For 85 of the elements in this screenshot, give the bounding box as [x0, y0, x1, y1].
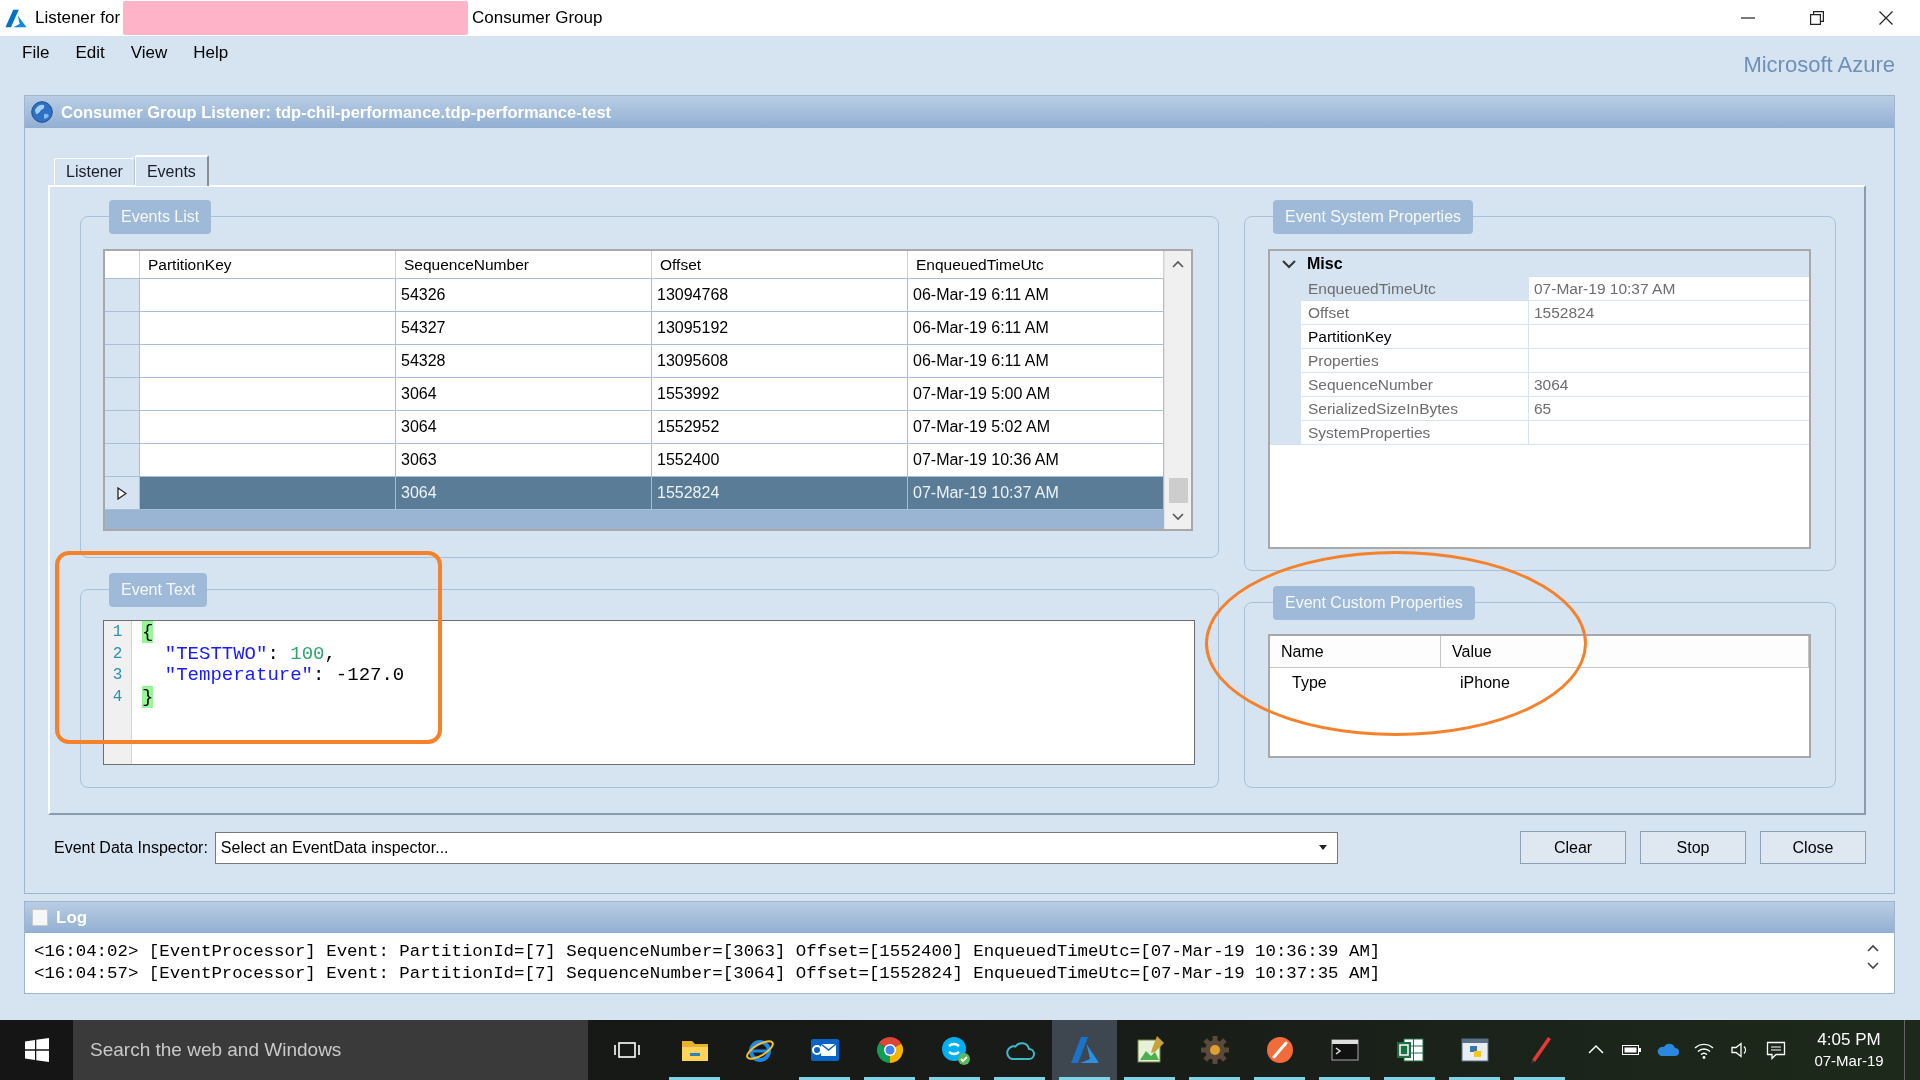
line-number: 1 — [111, 622, 124, 643]
table-row[interactable]: 54327 13095192 06-Mar-19 6:11 AM — [105, 312, 1164, 345]
search-field[interactable]: Search the web and Windows — [73, 1020, 588, 1080]
windows-logo-icon — [24, 1038, 49, 1062]
clear-button[interactable]: Clear — [1520, 831, 1626, 864]
field-label: Event Data Inspector: — [54, 838, 208, 857]
code-line: "Temperature": -127.0 — [164, 665, 405, 687]
line-number: 2 — [111, 643, 124, 665]
menu-item[interactable]: File — [9, 43, 63, 63]
property-row[interactable]: PartitionKey — [1270, 325, 1809, 349]
triangle-logo-icon — [1068, 1034, 1101, 1066]
window-title: Consumer Group — [472, 8, 603, 28]
table-row[interactable]: 54328 13095608 06-Mar-19 6:11 AM — [105, 345, 1164, 378]
property-name: PartitionKey — [1301, 325, 1529, 349]
group-title: Event Text — [109, 573, 208, 607]
property-name: Offset — [1301, 301, 1529, 325]
line-number: 3 — [111, 665, 124, 686]
menu-item[interactable]: View — [117, 43, 181, 63]
document-icon — [32, 909, 48, 926]
table-cell-text: iPhone — [1459, 673, 1511, 693]
table-row[interactable]: 3064 1553992 07-Mar-19 5:00 AM — [105, 378, 1164, 411]
property-row[interactable]: SequenceNumber 3064 — [1270, 373, 1809, 397]
property-name: Properties — [1301, 349, 1529, 373]
table-row[interactable]: 3063 1552400 07-Mar-19 10:36 AM — [105, 444, 1164, 477]
property-value: 1552824 — [1529, 301, 1809, 325]
column-header[interactable]: Value — [1441, 636, 1809, 668]
clock-time[interactable]: 4:05 PM — [1817, 1029, 1881, 1051]
panel-title: Consumer Group Listener: tdp-chil-performance.tdp-performance-test — [61, 102, 612, 122]
category-label: Misc — [1307, 255, 1343, 273]
code-line: "TESTTWO": 100, — [164, 643, 336, 665]
property-row[interactable]: Offset 1552824 — [1270, 301, 1809, 325]
scroll-down-icon[interactable] — [1867, 962, 1879, 970]
property-row[interactable]: Properties — [1270, 349, 1809, 373]
table-cell-text: Type — [1291, 673, 1328, 693]
restore-icon — [1809, 11, 1824, 25]
table-row[interactable]: 54326 13094768 06-Mar-19 6:11 AM — [105, 279, 1164, 312]
line-number: 4 — [111, 686, 124, 708]
property-name: SystemProperties — [1301, 421, 1529, 445]
log-title: Log — [56, 907, 88, 928]
gear-icon — [1198, 1034, 1231, 1066]
menu-item[interactable]: Help — [180, 43, 242, 63]
matched-brace: { — [142, 621, 154, 643]
close-button[interactable]: Close — [1760, 831, 1866, 864]
caret-down-icon — [1318, 845, 1327, 850]
row-header[interactable] — [105, 477, 140, 510]
stop-button[interactable]: Stop — [1640, 831, 1746, 864]
scroll-thumb[interactable] — [1168, 478, 1188, 503]
window-title: Listener for — [35, 8, 121, 28]
table-cell: 3064 — [396, 477, 652, 510]
clock-date[interactable]: 07-Mar-19 — [1814, 1051, 1884, 1071]
matched-brace: } — [142, 685, 154, 708]
row-pointer-icon — [117, 486, 127, 500]
tab[interactable]: Events — [134, 155, 209, 186]
property-value: 65 — [1529, 397, 1809, 421]
inspector-dropdown[interactable]: Select an EventData inspector... — [214, 831, 1338, 864]
table-row[interactable]: 3064 1552952 07-Mar-19 5:02 AM — [105, 411, 1164, 444]
property-name: SerializedSizeInBytes — [1301, 397, 1529, 421]
menu-item[interactable]: Edit — [62, 43, 118, 63]
category-row[interactable]: Misc — [1270, 251, 1809, 277]
brand-name: Microsoft Azure — [1743, 52, 1895, 78]
property-row[interactable]: SerializedSizeInBytes 65 — [1270, 397, 1809, 421]
group-title: Event System Properties — [1273, 200, 1474, 234]
code-editor[interactable]: 1 2 3 4 { "TESTTWO": 100, "Temperature": -127.0 } — [103, 620, 1195, 765]
table-row[interactable]: 3064 1552824 07-Mar-19 10:37 AM — [105, 477, 1164, 510]
chevron-down-icon[interactable] — [1282, 259, 1296, 269]
scroll-up-icon[interactable] — [1867, 944, 1879, 952]
property-name: SequenceNumber — [1301, 373, 1529, 397]
corner-header-cell[interactable] — [105, 251, 140, 279]
logo-icon — [5, 8, 27, 28]
group-title: Event Custom Properties — [1273, 586, 1475, 620]
column-header[interactable]: Name — [1270, 636, 1441, 668]
log-line: <16:04:02> [EventProcessor] Event: PartitionId=[7] SequenceNumber=[3063] Offset=[1552400] EnqueuedTimeUtc=[07-Mar-19 10:36:39 AM] — [34, 941, 1381, 963]
property-value: 07-Mar-19 10:37 AM — [1529, 277, 1809, 301]
property-row[interactable]: EnqueuedTimeUtc 07-Mar-19 10:37 AM — [1270, 277, 1809, 301]
scroll-down-icon[interactable] — [1172, 513, 1184, 521]
scrollbar[interactable] — [1164, 251, 1191, 529]
tab[interactable]: Listener — [54, 158, 135, 185]
scroll-up-icon[interactable] — [1172, 260, 1184, 268]
property-value: 3064 — [1529, 373, 1809, 397]
close-icon — [1878, 11, 1893, 25]
table-cell: 1552824 — [652, 477, 908, 510]
group-title: Events List — [109, 200, 212, 234]
property-row[interactable]: SystemProperties — [1270, 421, 1809, 445]
globe-icon — [31, 101, 53, 123]
log-line: <16:04:57> [EventProcessor] Event: PartitionId=[7] SequenceNumber=[3064] Offset=[1552824] EnqueuedTimeUtc=[07-Mar-19 10:37:35 AM] — [34, 963, 1381, 985]
